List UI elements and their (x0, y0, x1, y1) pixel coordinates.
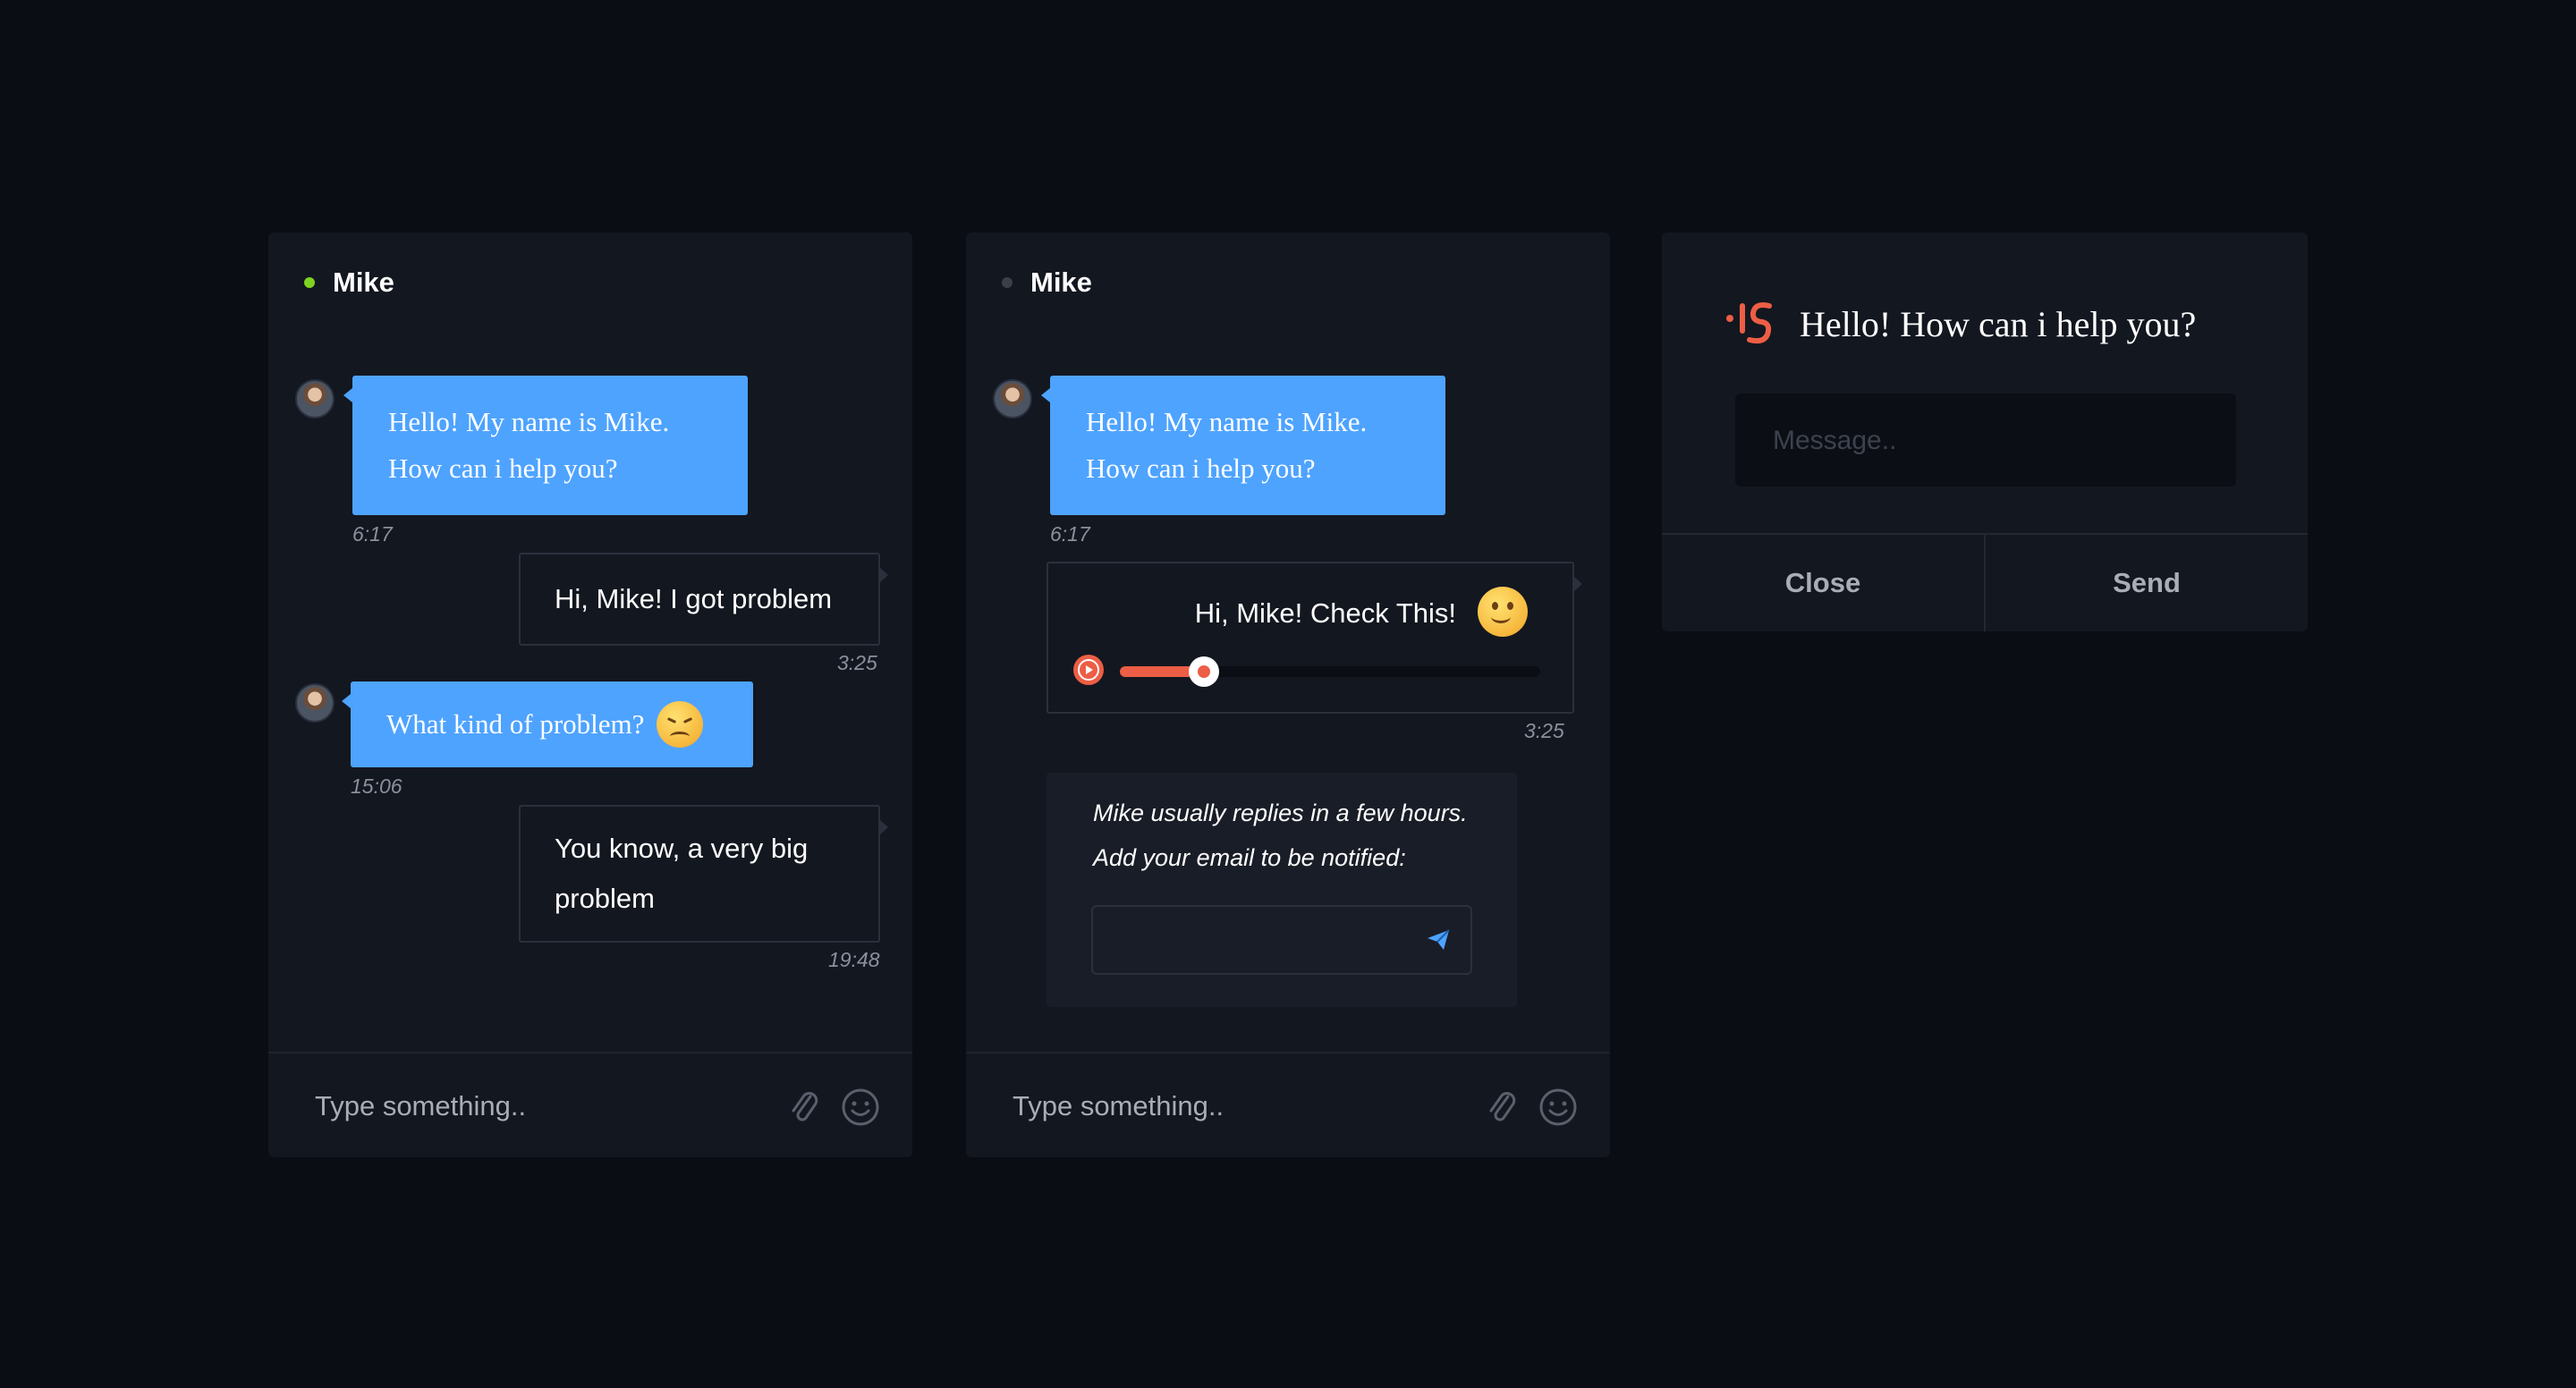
message-line: How can i help you? (388, 453, 618, 484)
notify-text: Add your email to be notified: (1093, 844, 1406, 871)
send-button[interactable]: Send (1984, 535, 2308, 631)
close-button[interactable]: Close (1662, 535, 1984, 631)
avatar (295, 379, 335, 419)
help-widget: Hello! How can i help you? Close Send (1662, 233, 2308, 631)
message-line: How can i help you? (1086, 453, 1316, 484)
message-line: problem (555, 883, 655, 914)
audio-message: Hi, Mike! Check This! (1046, 562, 1582, 714)
slightly-smiling-face-icon (1478, 587, 1528, 637)
message-input[interactable] (313, 1080, 746, 1132)
message-time: 15:06 (351, 774, 402, 798)
incoming-message: Hello! My name is Mike. How can i help y… (1041, 376, 1445, 515)
outgoing-message: Hi, Mike! I got problem (519, 553, 888, 646)
confounded-face-icon (657, 701, 704, 748)
chat-header: Mike (1002, 258, 1092, 308)
incoming-message: What kind of problem? (342, 681, 753, 767)
message-composer (268, 1052, 912, 1157)
paperclip-icon[interactable] (1483, 1088, 1522, 1127)
outgoing-message: You know, a very big problem (519, 805, 888, 943)
message-time: 19:48 (828, 948, 880, 971)
email-field (1091, 905, 1472, 975)
message-time: 3:25 (1524, 719, 1564, 742)
message-text: Hi, Mike! I got problem (555, 583, 833, 614)
notify-text: Mike usually replies in a few hours. (1093, 800, 1468, 826)
message-time: 6:17 (352, 522, 393, 546)
play-icon (1086, 665, 1093, 674)
message-input[interactable] (1771, 415, 2204, 467)
contact-name: Mike (333, 267, 394, 298)
emoji-wrapper (1478, 587, 1528, 641)
message-line: Hello! My name is Mike. (388, 406, 670, 437)
online-status-dot (304, 277, 315, 288)
emoji-icon[interactable] (841, 1088, 880, 1127)
avatar (993, 379, 1032, 419)
message-time: 3:25 (837, 651, 877, 674)
message-input[interactable] (1011, 1080, 1444, 1132)
chat-panel-online: Mike Hello! My name is Mike. How can i h… (268, 233, 912, 1157)
paperclip-icon[interactable] (785, 1088, 825, 1127)
offline-status-dot (1002, 277, 1013, 288)
chat-panel-offline: Mike Hello! My name is Mike. How can i h… (966, 233, 1610, 1157)
message-time: 6:17 (1050, 522, 1090, 546)
incoming-message: Hello! My name is Mike. How can i help y… (343, 376, 748, 515)
contact-name: Mike (1030, 267, 1092, 298)
audio-scrubber-handle[interactable] (1189, 656, 1219, 687)
message-line: You know, a very big (555, 833, 809, 864)
widget-header: Hello! How can i help you? (1724, 297, 2196, 351)
avatar (295, 683, 335, 723)
widget-actions: Close Send (1662, 533, 2308, 631)
audio-progress-track[interactable] (1120, 656, 1540, 687)
widget-greeting: Hello! How can i help you? (1800, 304, 2197, 344)
paper-plane-icon[interactable] (1426, 928, 1451, 956)
message-text: What kind of problem? (386, 708, 645, 740)
play-button[interactable] (1073, 655, 1104, 685)
chat-header: Mike (304, 258, 394, 308)
message-line: Hello! My name is Mike. (1086, 406, 1368, 437)
email-notify-card: Mike usually replies in a few hours. Add… (1046, 773, 1517, 1007)
brand-logo-icon (1724, 297, 1778, 351)
message-text: Hi, Mike! Check This! (1194, 597, 1456, 629)
emoji-icon[interactable] (1538, 1088, 1578, 1127)
message-composer (966, 1052, 1610, 1157)
message-field (1735, 394, 2236, 487)
email-input[interactable] (1111, 918, 1410, 964)
